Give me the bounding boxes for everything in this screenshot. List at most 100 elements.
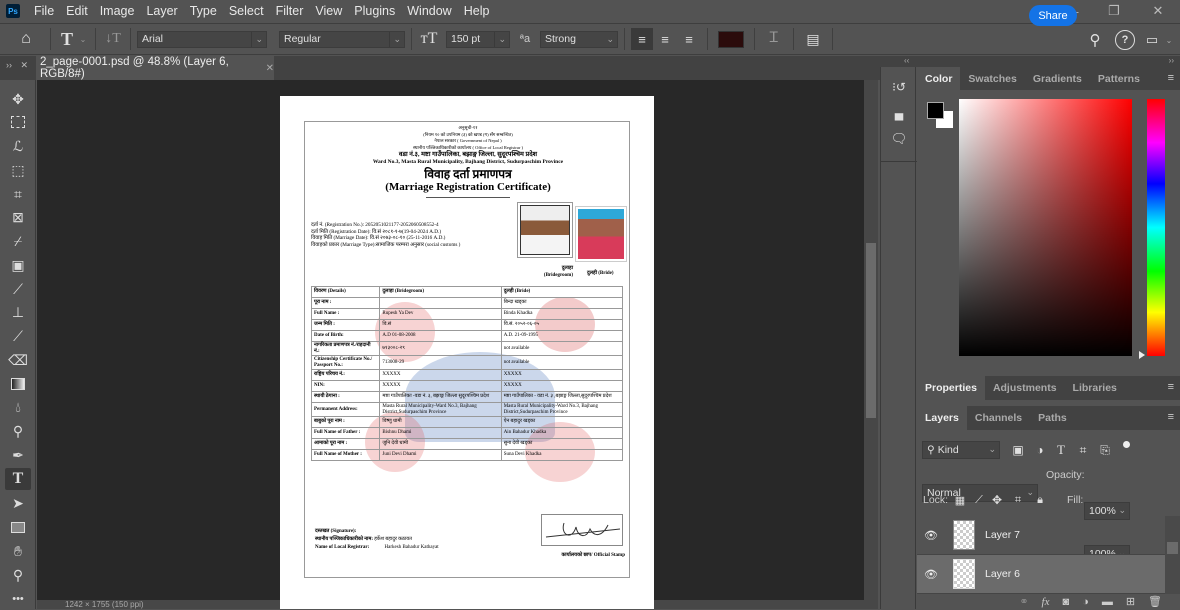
font-style-select[interactable]: Regular ⌄ [279, 30, 405, 48]
menu-file[interactable]: File [28, 0, 60, 22]
search-icon[interactable]: ⚲ [1085, 30, 1105, 50]
eyedropper-tool-icon[interactable]: ⌿ [5, 230, 31, 252]
history-icon[interactable]: ⁝↺ [889, 77, 909, 97]
layer-name[interactable]: Layer 7 [985, 529, 1020, 541]
menu-layer[interactable]: Layer [140, 0, 183, 22]
menu-plugins[interactable]: Plugins [348, 0, 401, 22]
more-tools-icon[interactable]: ••• [5, 588, 31, 610]
tab-gradients[interactable]: Gradients [1025, 67, 1090, 91]
marquee-tool-icon[interactable] [5, 111, 31, 133]
clone-stamp-tool-icon[interactable]: ⊥ [5, 301, 31, 323]
layer-row[interactable]: 👁︎ Layer 7 [917, 516, 1165, 555]
brush-tool-icon[interactable]: ⟋ [5, 278, 31, 300]
lock-all-icon[interactable]: 🔒︎ [1033, 492, 1047, 508]
history-brush-tool-icon[interactable]: ⟋ [5, 325, 31, 347]
font-family-select[interactable]: Arial ⌄ [137, 30, 267, 48]
align-right-icon[interactable]: ≡ [677, 32, 701, 47]
filter-adjustment-icon[interactable]: ◑ [1032, 441, 1048, 459]
tab-paths[interactable]: Paths [1030, 406, 1075, 430]
tab-patterns[interactable]: Patterns [1090, 67, 1148, 91]
add-mask-icon[interactable]: ◙ [1063, 596, 1070, 608]
visibility-eye-icon[interactable]: 👁︎ [917, 529, 945, 542]
tab-swatches[interactable]: Swatches [960, 67, 1024, 91]
layers-scrollbar[interactable] [1165, 516, 1180, 594]
tab-color[interactable]: Color [917, 67, 961, 91]
object-selection-tool-icon[interactable]: ⬚ [5, 159, 31, 181]
menu-edit[interactable]: Edit [60, 0, 94, 22]
document-tab[interactable]: 2_page-0001.psd @ 48.8% (Layer 6, RGB/8#… [36, 56, 274, 80]
menu-help[interactable]: Help [458, 0, 496, 22]
type-tool-icon[interactable]: T [5, 468, 31, 490]
close-window-button[interactable]: ✕ [1138, 0, 1178, 22]
panel-menu-icon[interactable]: ≡ [1168, 381, 1174, 393]
lock-artboard-icon[interactable]: ⌗ [1011, 492, 1025, 508]
filter-smart-object-icon[interactable]: ⎘ [1097, 441, 1113, 459]
layers-scrollbar-thumb[interactable] [1167, 542, 1178, 554]
layer-filter-kind-select[interactable]: ⚲ Kind ⌄ [922, 441, 1000, 459]
zoom-tool-icon[interactable]: ⚲ [5, 564, 31, 586]
menu-view[interactable]: View [309, 0, 348, 22]
menu-select[interactable]: Select [223, 0, 270, 22]
hue-slider-handle[interactable] [1139, 351, 1145, 359]
align-left-icon[interactable]: ≡ [631, 28, 653, 50]
lasso-tool-icon[interactable]: ℒ [5, 135, 31, 157]
toolbar-collapse[interactable]: ›› ✕ [0, 56, 36, 80]
libraries-plugin-icon[interactable]: ▄ [889, 103, 909, 123]
filter-toggle[interactable] [1123, 441, 1130, 448]
layer-row-selected[interactable]: 👁︎ Layer 6 [917, 555, 1165, 594]
share-button[interactable]: Share [1029, 5, 1077, 26]
chevron-down-icon[interactable]: ⌄ [1163, 31, 1175, 49]
type-tool-preset-icon[interactable]: T [57, 29, 77, 50]
dodge-tool-icon[interactable]: ⚲ [5, 420, 31, 442]
help-icon[interactable]: ? [1115, 30, 1135, 50]
menu-type[interactable]: Type [184, 0, 223, 22]
restore-button[interactable]: ❐ [1094, 0, 1134, 22]
hand-tool-icon[interactable]: ✋︎ [5, 540, 31, 562]
crop-tool-icon[interactable]: ⌗ [5, 183, 31, 205]
visibility-eye-icon[interactable]: 👁︎ [917, 568, 945, 581]
delete-layer-icon[interactable]: 🗑︎ [1148, 595, 1162, 608]
healing-brush-tool-icon[interactable]: ▣ [5, 254, 31, 276]
saturation-value-picker[interactable] [959, 99, 1132, 356]
menu-image[interactable]: Image [94, 0, 141, 22]
filter-pixel-icon[interactable]: ▣ [1010, 441, 1026, 459]
vertical-scrollbar-thumb[interactable] [866, 243, 876, 418]
menu-window[interactable]: Window [401, 0, 457, 22]
tab-libraries[interactable]: Libraries [1065, 376, 1125, 400]
home-icon[interactable]: ⌂ [8, 30, 44, 48]
layer-style-fx-icon[interactable]: fx [1042, 596, 1050, 608]
link-layers-icon[interactable]: ⚭ [1019, 595, 1028, 608]
move-tool-icon[interactable]: ✥ [5, 88, 31, 110]
hue-slider[interactable] [1147, 99, 1165, 356]
toggle-text-orientation-icon[interactable]: ↓T [102, 31, 124, 47]
frame-tool-icon[interactable]: ⊠ [5, 206, 31, 228]
tab-layers[interactable]: Layers [917, 406, 967, 430]
filter-type-icon[interactable]: T [1053, 441, 1069, 459]
blur-tool-icon[interactable]: 💧︎ [5, 396, 31, 418]
comments-icon[interactable]: 🗨︎ [889, 129, 909, 149]
align-center-icon[interactable]: ≡ [653, 32, 677, 47]
lock-position-icon[interactable]: ✥ [990, 492, 1004, 508]
tab-adjustments[interactable]: Adjustments [985, 376, 1065, 400]
font-size-select[interactable]: 150 pt ⌄ [446, 30, 510, 48]
new-layer-icon[interactable]: ⊞ [1126, 595, 1135, 608]
panel-menu-icon[interactable]: ≡ [1168, 411, 1174, 423]
foreground-color-swatch[interactable] [927, 102, 944, 119]
menu-filter[interactable]: Filter [270, 0, 310, 22]
chevron-down-icon[interactable]: ⌄ [77, 35, 89, 44]
adjustment-layer-icon[interactable]: ◑ [1082, 596, 1089, 608]
pen-tool-icon[interactable]: ✒︎ [5, 444, 31, 466]
lock-transparent-pixels-icon[interactable]: ▦ [953, 492, 967, 508]
new-group-icon[interactable]: ▬ [1102, 596, 1113, 608]
character-panel-icon[interactable]: ▤ [800, 31, 826, 48]
text-color-swatch[interactable] [718, 30, 744, 48]
workspace-icon[interactable]: ▭ [1143, 31, 1161, 49]
filter-shape-icon[interactable]: ⌗ [1075, 441, 1091, 459]
panel-menu-icon[interactable]: ≡ [1168, 72, 1174, 84]
path-selection-tool-icon[interactable]: ➤ [5, 492, 31, 514]
close-tab-icon[interactable]: ✕ [266, 63, 274, 74]
rectangle-tool-icon[interactable] [5, 516, 31, 538]
tab-properties[interactable]: Properties [917, 376, 985, 400]
panel-collapse-bar[interactable]: ‹‹ ›› [880, 56, 1180, 67]
anti-alias-select[interactable]: Strong ⌄ [540, 30, 618, 48]
